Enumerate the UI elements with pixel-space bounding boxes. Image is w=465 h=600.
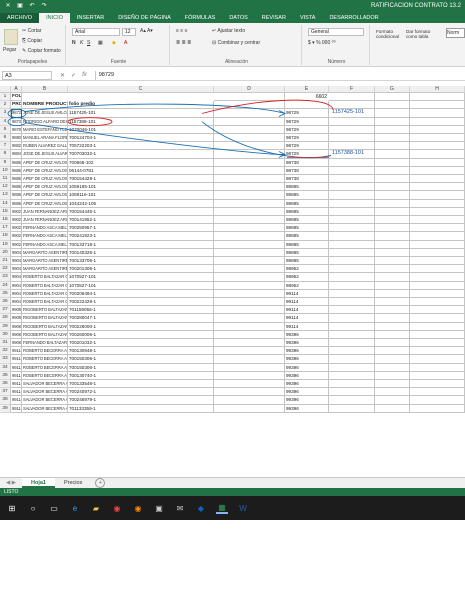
font-grow-icon[interactable]: A▴ A▾: [140, 28, 153, 34]
tab-vista[interactable]: VISTA: [293, 13, 323, 23]
ribbon-tabs: ARCHIVO INICIO INSERTAR DISEÑO DE PÁGINA…: [0, 12, 465, 23]
styles-group: Formato condicional Dar formato como tab…: [372, 25, 465, 65]
cut-button[interactable]: ✂ Cortar: [22, 28, 42, 34]
currency-icon[interactable]: $ ▾ % 000 ⁰⁰: [308, 40, 336, 46]
tab-insertar[interactable]: INSERTAR: [70, 13, 111, 23]
alignment-group-label: Alineación: [224, 59, 249, 65]
tab-diseno-pagina[interactable]: DISEÑO DE PÁGINA: [111, 13, 178, 23]
redo-icon[interactable]: ↷: [40, 2, 48, 10]
wrap-text-button[interactable]: ↵ Ajustar texto: [212, 28, 245, 34]
formula-bar-icons: ✕ ✓ fx: [52, 72, 95, 79]
circle-a3: [7, 109, 27, 118]
copy-button[interactable]: ⎘ Copiar: [22, 38, 42, 44]
ribbon: Pegar ✂ Cortar ⎘ Copiar ✎ Copiar formato…: [0, 23, 465, 67]
mail-icon[interactable]: ✉: [174, 502, 186, 514]
window-title: RATIFICACION CONTRATO 13.2: [370, 3, 461, 9]
search-icon[interactable]: ○: [27, 502, 39, 514]
style-normal-cell[interactable]: Norm: [446, 28, 465, 38]
chrome-icon[interactable]: ◉: [111, 502, 123, 514]
outlook-icon[interactable]: ◆: [195, 502, 207, 514]
tab-datos[interactable]: DATOS: [222, 13, 254, 23]
save-icon[interactable]: ▣: [16, 2, 24, 10]
paste-icon[interactable]: [4, 29, 18, 45]
sheet-tab-precios[interactable]: Precios: [55, 478, 91, 488]
number-format-select[interactable]: General: [308, 28, 364, 36]
undo-icon[interactable]: ↶: [28, 2, 36, 10]
borders-icon[interactable]: ▦: [98, 40, 103, 46]
tab-inicio[interactable]: INICIO: [39, 13, 70, 23]
font-color-icon[interactable]: A: [124, 40, 127, 46]
format-as-table-button[interactable]: Dar formato como tabla: [406, 29, 442, 39]
font-name-select[interactable]: Arial: [72, 28, 120, 36]
edge-icon[interactable]: e: [69, 502, 81, 514]
sheet-nav-icon[interactable]: ◀ ▶: [0, 480, 22, 486]
arrow-a3-to-e3: [24, 103, 286, 114]
enter-icon[interactable]: ✓: [71, 72, 76, 79]
arrow-c3-to-f3: [201, 99, 334, 114]
font-size-select[interactable]: 12: [122, 28, 136, 36]
excel-logo-icon: ✕: [5, 3, 11, 9]
windows-start-icon[interactable]: ⊞: [6, 502, 18, 514]
store-icon[interactable]: ▣: [153, 502, 165, 514]
conditional-format-button[interactable]: Formato condicional: [376, 29, 400, 39]
formula-bar: A3 ✕ ✓ fx 98729: [0, 70, 465, 81]
underline-button[interactable]: S: [87, 40, 90, 46]
font-group-label: Fuente: [110, 59, 127, 65]
tab-archivo[interactable]: ARCHIVO: [0, 13, 40, 23]
align-left-icon[interactable]: ≣ ≣ ≣: [176, 40, 191, 46]
number-group: General $ ▾ % 000 ⁰⁰ Número: [304, 25, 370, 65]
excel-taskbar-icon[interactable]: ▦: [216, 502, 228, 514]
merge-center-button[interactable]: ⊟ Combinar y centrar: [212, 40, 260, 46]
annotation-overlay: [7, 99, 334, 159]
taskbar: ⊞ ○ ▭ e ▰ ◉ ◉ ▣ ✉ ◆ ▦ W: [0, 496, 465, 520]
arrowhead-e3: [278, 110, 287, 117]
function-icon[interactable]: fx: [82, 72, 87, 79]
font-group: Arial 12 A▴ A▾ N K S ▦ ◆ A Fuente: [68, 25, 170, 65]
alignment-group: ≡ ≡ ≡ ≣ ≣ ≣ ↵ Ajustar texto ⊟ Combinar y…: [172, 25, 302, 65]
folder-icon[interactable]: ▰: [90, 502, 102, 514]
circle-a4: [7, 117, 27, 127]
arrow-c4-to-f8: [201, 121, 332, 159]
format-painter-button[interactable]: ✎ Copiar formato: [22, 48, 61, 54]
add-sheet-icon[interactable]: +: [95, 478, 106, 488]
clipboard-group: Pegar ✂ Cortar ⎘ Copiar ✎ Copiar formato…: [0, 25, 66, 65]
sheet-tab-hoja1[interactable]: Hoja1: [22, 478, 55, 488]
paste-button[interactable]: Pegar: [3, 47, 16, 53]
spreadsheet-grid[interactable]: ABCDEFGH12FOLIOPRODUCTORNOMBRE PRODUCTOR…: [0, 86, 465, 476]
bold-button[interactable]: N: [72, 40, 76, 46]
tab-revisar[interactable]: REVISAR: [255, 13, 293, 23]
cancel-icon[interactable]: ✕: [60, 72, 65, 79]
status-bar: LISTO: [0, 488, 465, 496]
italic-button[interactable]: K: [80, 40, 83, 46]
quick-access-toolbar: ✕ ▣ ↶ ↷: [0, 2, 48, 10]
tab-formulas[interactable]: FÓRMULAS: [178, 13, 223, 23]
fill-color-icon[interactable]: ◆: [112, 40, 116, 46]
clipboard-group-label: Portapapeles: [17, 59, 48, 65]
arrow-a4-to-e8: [24, 122, 286, 155]
word-icon[interactable]: W: [237, 502, 249, 514]
task-view-icon[interactable]: ▭: [48, 502, 60, 514]
number-group-label: Número: [327, 59, 346, 65]
sheet-tabs-bar: ◀ ▶ Hoja1 Precios +: [0, 477, 465, 488]
tab-desarrollador[interactable]: DESARROLLADOR: [322, 13, 385, 23]
circle-c4: [67, 117, 113, 127]
title-bar: ✕ ▣ ↶ ↷ RATIFICACION CONTRATO 13.2: [0, 0, 465, 12]
firefox-icon[interactable]: ◉: [132, 502, 144, 514]
name-box[interactable]: A3: [2, 70, 52, 80]
formula-input[interactable]: 98729: [94, 70, 465, 80]
align-top-icon[interactable]: ≡ ≡ ≡: [176, 28, 188, 34]
